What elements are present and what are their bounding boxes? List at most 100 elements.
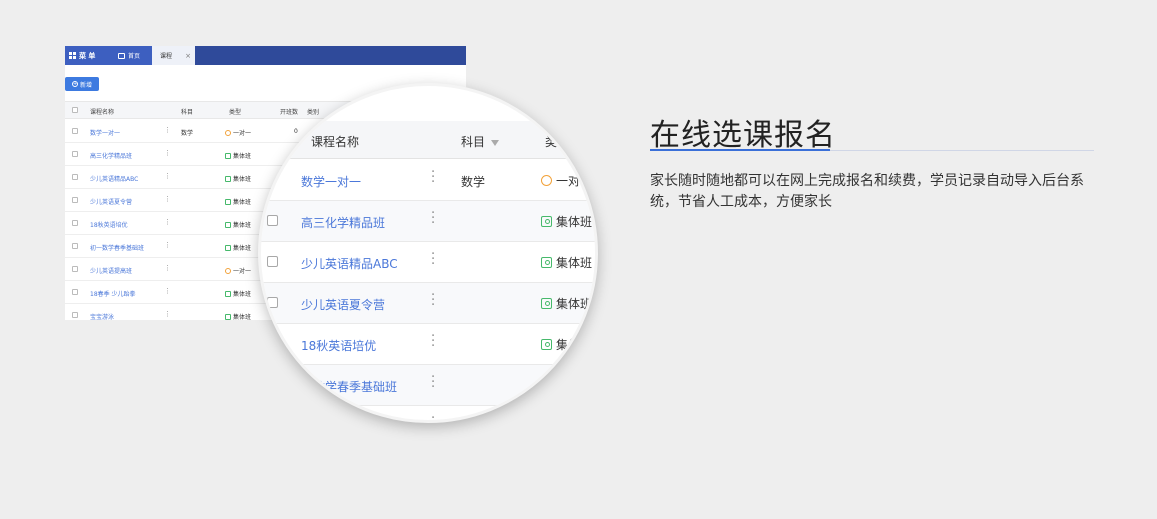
filter-icon[interactable] [491, 139, 500, 146]
course-name-link[interactable]: 少儿英语夏令营 [301, 296, 385, 313]
magnified-table-row[interactable]: 18秋英语培优 · · · 集体班 [261, 324, 595, 365]
more-options-icon[interactable]: ⋮ [164, 172, 171, 180]
row-checkbox[interactable] [72, 266, 78, 272]
column-header-subject[interactable]: 科目 [181, 107, 193, 116]
row-checkbox[interactable] [72, 289, 78, 295]
group-icon [225, 244, 231, 251]
row-checkbox[interactable] [267, 297, 278, 308]
course-type-label: 集体班 [556, 297, 593, 311]
more-options-icon[interactable]: ··· [431, 248, 435, 271]
feature-description: 家长随时随地都可以在网上完成报名和续费，学员记录自动导入后台系统，节省人工成本，… [650, 173, 1084, 210]
magnified-column-header-type[interactable]: 类 [545, 133, 557, 150]
select-all-checkbox[interactable] [72, 107, 78, 113]
magnified-column-header-name[interactable]: 课程名称 [311, 133, 359, 150]
course-name-link[interactable]: 宝宝游泳 [90, 312, 114, 320]
course-name-link[interactable]: 高三化学精品班 [301, 214, 385, 231]
more-options-icon[interactable]: ⋮ [164, 264, 171, 272]
magnified-table-row[interactable]: ··· [261, 406, 595, 420]
more-options-icon[interactable]: ⋮ [164, 195, 171, 203]
magnified-subject-label: 科目 [461, 135, 486, 149]
row-checkbox[interactable] [72, 197, 78, 203]
course-name-link[interactable]: 18秋英语培优 [90, 220, 128, 229]
more-options-icon[interactable]: ⋮ [164, 310, 171, 318]
home-icon [118, 52, 125, 59]
magnified-table-row[interactable]: 一数学春季基础班 · · · [261, 365, 595, 406]
course-type: 集体班 [225, 220, 251, 229]
magnified-table-row[interactable]: 数学一对一 · · · 数学 一对一 [261, 160, 595, 201]
magnified-table-row[interactable]: 少儿英语精品ABC · · · 集体班 [261, 242, 595, 283]
row-checkbox[interactable] [72, 220, 78, 226]
tab-home-label: 首页 [128, 53, 141, 60]
menu-label: 菜 单 [79, 51, 96, 60]
group-icon [541, 257, 552, 268]
course-type-label: 集体班 [233, 314, 252, 320]
more-options-icon[interactable]: ⋮ [164, 241, 171, 249]
course-type-label: 集体班 [233, 222, 252, 229]
course-type-label: 集体班 [233, 291, 252, 298]
add-button[interactable]: + 新增 [65, 77, 99, 91]
course-type-label: 集体班 [233, 245, 252, 252]
row-checkbox[interactable] [267, 256, 278, 267]
course-name-link[interactable]: 数学一对一 [301, 173, 361, 190]
more-options-icon[interactable]: ··· [431, 412, 435, 420]
magnified-table-header: 课程名称 科目 类 [261, 121, 595, 159]
row-checkbox[interactable] [72, 128, 78, 134]
magnified-column-header-subject[interactable]: 科目 [461, 133, 500, 150]
course-name-link[interactable]: 初一数学春季基础班 [90, 243, 144, 252]
course-type-label: 集体班 [233, 199, 252, 206]
menu-button[interactable]: 菜 单 [65, 46, 110, 65]
course-type: 一对一 [225, 266, 251, 275]
row-checkbox[interactable] [72, 174, 78, 180]
column-header-type[interactable]: 类型 [229, 107, 241, 116]
more-options-icon[interactable]: ⋮ [164, 149, 171, 157]
more-options-icon[interactable]: ⋮ [164, 126, 171, 134]
group-icon [225, 152, 231, 159]
group-icon [541, 298, 552, 309]
course-name-link[interactable]: 一数学春季基础班 [301, 378, 397, 395]
course-name-link[interactable]: 18秋英语培优 [301, 337, 376, 354]
magnified-table: 课程名称 科目 类 数学一对一 · · · 数学 一对一 高三化学精品班 · · · 集体班 少儿英语… [261, 86, 595, 420]
course-name-link[interactable]: 数学一对一 [90, 128, 120, 137]
course-type-label: 集体班 [556, 215, 593, 229]
course-type-label: 一对一 [556, 174, 593, 188]
more-options-icon[interactable]: ··· [431, 289, 435, 312]
course-name-link[interactable]: 少儿英语提高班 [90, 266, 132, 275]
more-options-icon[interactable]: ··· [431, 330, 435, 353]
person-icon [225, 129, 231, 136]
course-type-label: 集体班 [556, 256, 593, 270]
row-checkbox[interactable] [72, 151, 78, 157]
plus-icon: + [71, 81, 78, 87]
row-checkbox[interactable] [72, 243, 78, 249]
tab-home[interactable]: 首页 [110, 46, 152, 65]
top-navigation-bar: 菜 单 首页 课程 × [65, 46, 466, 65]
course-name-link[interactable]: 少儿英语精品ABC [90, 174, 138, 183]
course-type: 集体班 [541, 295, 592, 312]
course-subject: 数学 [461, 175, 486, 189]
course-type: 一对一 [225, 128, 251, 137]
course-type: 集体班 [541, 336, 592, 353]
more-options-icon[interactable]: ⋮ [164, 287, 171, 295]
magnified-table-row[interactable]: 高三化学精品班 · · · 集体班 [261, 201, 595, 242]
person-icon [225, 267, 231, 274]
magnifier-lens: 课程名称 科目 类 数学一对一 · · · 数学 一对一 高三化学精品班 · · · 集体班 少儿英语… [258, 83, 598, 423]
close-icon[interactable]: × [185, 52, 191, 60]
course-name-link[interactable]: 高三化学精品班 [90, 151, 132, 160]
more-options-icon[interactable]: ··· [431, 207, 435, 230]
course-type: 集体班 [225, 312, 251, 320]
tab-course[interactable]: 课程 × [152, 46, 195, 65]
course-name-link[interactable]: 少儿英语精品ABC [301, 255, 398, 272]
more-options-icon[interactable]: ··· [431, 371, 435, 394]
course-name-link[interactable]: 18春季 少儿跆拳 [90, 289, 136, 298]
more-options-icon[interactable]: ⋮ [164, 218, 171, 226]
row-checkbox[interactable] [267, 215, 278, 226]
group-icon [541, 216, 552, 227]
course-type-label: 一对一 [233, 268, 252, 275]
group-icon [225, 198, 231, 205]
person-icon [541, 175, 552, 186]
course-name-link[interactable]: 少儿英语夏令营 [90, 197, 132, 206]
magnified-table-row[interactable]: 少儿英语夏令营 · · · 集体班 [261, 283, 595, 324]
row-checkbox[interactable] [72, 312, 78, 318]
column-header-name[interactable]: 课程名称 [90, 107, 114, 116]
tab-course-label: 课程 [160, 53, 173, 60]
more-options-icon[interactable]: ··· [431, 166, 435, 189]
